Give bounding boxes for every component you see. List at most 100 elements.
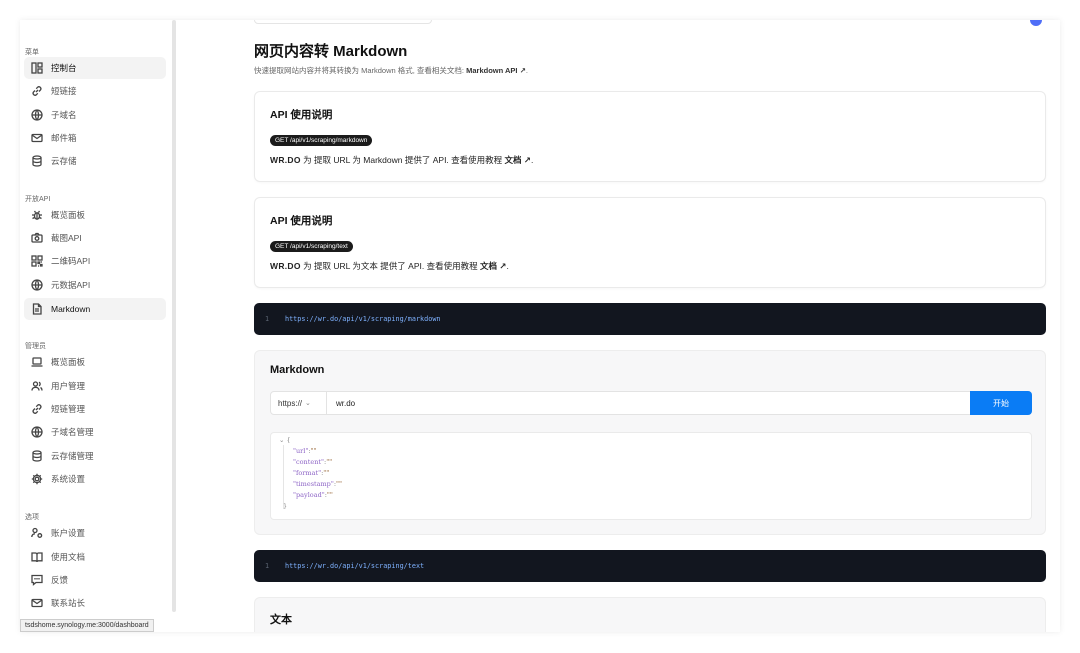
sidebar-item-user-management[interactable]: 用户管理: [24, 375, 166, 397]
card-description: WR.DO 为 提取 URL 为文本 提供了 API. 查看使用教程 文档 ↗.: [270, 260, 509, 272]
sidebar-scrollbar[interactable]: [172, 20, 176, 612]
json-result-viewer: ⌄ { "url":"" "content":"" "format":"" "t…: [270, 432, 1032, 520]
code-block-text-url[interactable]: 1 https://wr.do/api/v1/scraping/text: [254, 550, 1046, 582]
sidebar-item-label: 云存储: [51, 156, 77, 166]
protocol-select[interactable]: https:// ⌄: [271, 392, 327, 414]
page-title: 网页内容转 Markdown: [254, 43, 408, 60]
sidebar-item-label: 反馈: [51, 575, 69, 585]
sidebar-item-mailbox[interactable]: 邮件箱: [24, 127, 166, 149]
json-key: "url": [293, 447, 309, 455]
sidebar-item-label: 截图API: [51, 233, 82, 243]
sidebar-item-storage[interactable]: 云存储: [24, 150, 166, 172]
code-block-markdown-url[interactable]: 1 https://wr.do/api/v1/scraping/markdown: [254, 303, 1046, 335]
card-title: API 使用说明: [270, 109, 333, 121]
json-key: "timestamp": [293, 480, 334, 488]
message-icon: [27, 574, 47, 586]
code-url: https://wr.do/api/v1/scraping/text: [285, 562, 425, 570]
sidebar-item-label: 用户管理: [51, 381, 86, 391]
sidebar-item-feedback[interactable]: 反馈: [24, 569, 166, 591]
json-line: "timestamp":"": [293, 480, 343, 488]
sidebar-item-storage-management[interactable]: 云存储管理: [24, 445, 166, 467]
sidebar-item-admin-overview[interactable]: 概览面板: [24, 351, 166, 373]
text-tester-panel: 文本: [254, 597, 1046, 632]
sidebar-item-subdomain[interactable]: 子域名: [24, 104, 166, 126]
link-icon: [27, 403, 47, 415]
json-value: "": [310, 447, 317, 455]
sidebar-item-account-settings[interactable]: 账户设置: [24, 522, 166, 544]
sidebar-item-label: 子域名管理: [51, 427, 94, 437]
line-number: 1: [265, 315, 270, 323]
markdown-api-docs-link[interactable]: Markdown API ↗: [466, 66, 526, 75]
sidebar-item-markdown[interactable]: Markdown: [24, 298, 166, 320]
json-line: "url":"": [293, 447, 317, 455]
sidebar-item-label: Markdown: [51, 304, 91, 314]
json-collapse-toggle[interactable]: ⌄ {: [279, 436, 291, 444]
search-input[interactable]: [254, 20, 432, 24]
sidebar-item-link-management[interactable]: 短链管理: [24, 398, 166, 420]
sidebar-item-label: 使用文档: [51, 552, 86, 562]
card-description-suffix: .: [531, 155, 534, 165]
database-icon: [27, 155, 47, 167]
sidebar-item-label: 账户设置: [51, 528, 86, 538]
bug-icon: [27, 209, 47, 221]
url-input-group: https:// ⌄ wr.do 开始: [270, 391, 1032, 415]
json-indent-guide: [283, 445, 284, 509]
docs-link[interactable]: 文档 ↗: [505, 155, 531, 165]
sidebar-section-options: 选项: [25, 514, 39, 521]
json-key: "content": [293, 458, 324, 466]
card-title: API 使用说明: [270, 215, 333, 227]
sidebar-item-qrcode-api[interactable]: 二维码API: [24, 250, 166, 272]
sidebar-item-label: 短链接: [51, 86, 77, 96]
sidebar-item-label: 短链管理: [51, 404, 86, 414]
json-line: "format":"": [293, 469, 330, 477]
page-subtitle-suffix: .: [525, 66, 528, 75]
json-value: "": [336, 480, 343, 488]
sidebar-item-dashboard[interactable]: 控制台: [24, 57, 166, 79]
sidebar: 菜单 控制台 短链接 子域名 邮件箱 云存储 开放API 概览面板 截图API …: [20, 20, 170, 632]
sidebar-item-api-overview[interactable]: 概览面板: [24, 204, 166, 226]
sidebar-item-subdomain-management[interactable]: 子域名管理: [24, 421, 166, 443]
avatar[interactable]: [1030, 20, 1042, 26]
card-description-text: 为 提取 URL 为 Markdown 提供了 API. 查看使用教程: [303, 155, 503, 165]
globe-icon: [27, 109, 47, 121]
api-usage-card-markdown: API 使用说明 GET /api/v1/scraping/markdown W…: [254, 91, 1046, 182]
camera-icon: [27, 232, 47, 244]
page-subtitle-text: 快速提取网站内容并将其转换为 Markdown 格式, 查看相关文档:: [254, 66, 465, 75]
sidebar-item-shortlinks[interactable]: 短链接: [24, 80, 166, 102]
chevron-down-icon: ⌄: [305, 400, 311, 407]
sidebar-item-contact[interactable]: 联系站长: [24, 592, 166, 614]
mail-icon: [27, 597, 47, 609]
sidebar-item-label: 子域名: [51, 110, 77, 120]
json-value: "": [326, 458, 333, 466]
protocol-value: https://: [278, 398, 303, 408]
sidebar-item-label: 元数据API: [51, 280, 91, 290]
card-description-text: 为 提取 URL 为文本 提供了 API. 查看使用教程: [303, 261, 478, 271]
globe-icon: [27, 279, 47, 291]
domain-input[interactable]: wr.do: [327, 399, 970, 408]
sidebar-item-label: 联系站长: [51, 598, 86, 608]
json-value: "": [323, 469, 330, 477]
database-icon: [27, 450, 47, 462]
api-usage-card-text: API 使用说明 GET /api/v1/scraping/text WR.DO…: [254, 197, 1046, 288]
docs-link[interactable]: 文档 ↗: [480, 261, 506, 271]
sidebar-section-menu: 菜单: [25, 49, 39, 56]
endpoint-badge: GET /api/v1/scraping/text: [270, 241, 353, 252]
sidebar-item-label: 系统设置: [51, 474, 86, 484]
globe-icon: [27, 426, 47, 438]
page-subtitle: 快速提取网站内容并将其转换为 Markdown 格式, 查看相关文档: Mark…: [254, 65, 528, 76]
sidebar-section-open-api: 开放API: [25, 196, 51, 203]
sidebar-item-metadata-api[interactable]: 元数据API: [24, 274, 166, 296]
sidebar-item-docs[interactable]: 使用文档: [24, 546, 166, 568]
json-key: "payload": [293, 491, 325, 499]
sidebar-item-label: 概览面板: [51, 210, 86, 220]
sidebar-item-system-settings[interactable]: 系统设置: [24, 468, 166, 490]
panel-title: Markdown: [270, 364, 325, 376]
link-icon: [27, 85, 47, 97]
line-number: 1: [265, 562, 270, 570]
start-button[interactable]: 开始: [970, 391, 1032, 415]
brand-logo-text: WR.DO: [270, 155, 301, 165]
json-line: "content":"": [293, 458, 333, 466]
sidebar-section-admin: 管理员: [25, 343, 46, 350]
panel-title: 文本: [270, 614, 292, 626]
sidebar-item-screenshot-api[interactable]: 截图API: [24, 227, 166, 249]
